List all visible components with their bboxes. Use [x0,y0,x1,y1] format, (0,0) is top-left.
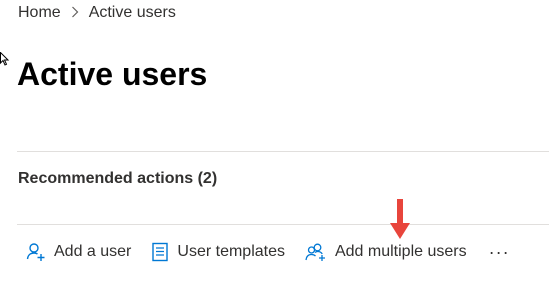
document-list-icon [151,242,169,262]
add-user-label: Add a user [54,243,132,260]
toolbar-divider [17,224,549,225]
page-title: Active users [17,56,208,92]
breadcrumb-home-link[interactable]: Home [18,4,61,22]
mouse-pointer-icon [0,51,10,66]
chevron-right-icon [71,5,79,21]
section-divider [17,151,549,152]
person-add-icon [26,242,46,262]
recommended-actions-heading[interactable]: Recommended actions (2) [18,170,217,188]
add-multiple-users-label: Add multiple users [334,243,467,260]
admin-page: Home Active users Active users Recommend… [0,0,549,281]
user-templates-button[interactable]: User templates [151,242,285,262]
breadcrumb-current: Active users [88,4,176,21]
breadcrumb: Home Active users [18,4,176,22]
more-options-button[interactable]: ··· [489,242,510,263]
user-templates-label: User templates [177,243,285,260]
people-add-icon [305,242,327,262]
command-bar: Add a user User templates Add multiple u… [26,238,510,266]
add-user-button[interactable]: Add a user [26,242,131,262]
add-multiple-users-button[interactable]: Add multiple users [305,242,467,262]
